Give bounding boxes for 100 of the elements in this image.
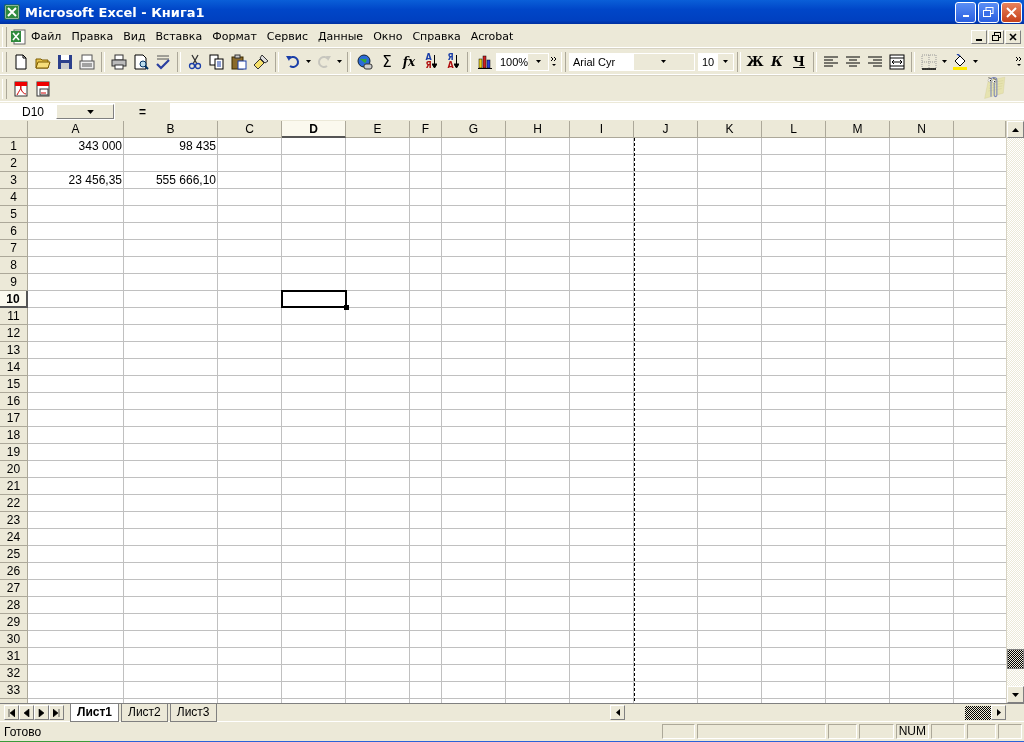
row-header[interactable]: 16 <box>0 393 28 410</box>
column-header[interactable]: A <box>28 121 124 138</box>
column-header[interactable]: N <box>890 121 954 138</box>
globe-icon <box>357 53 373 70</box>
row-header[interactable]: 4 <box>0 189 28 206</box>
vertical-scrollbar[interactable] <box>1006 121 1024 703</box>
sort-descending-button[interactable]: Я А <box>442 50 464 73</box>
row-header[interactable]: 31 <box>0 648 28 665</box>
restore-button[interactable] <box>978 1 999 23</box>
sheet-tab[interactable]: Лист3 <box>169 703 217 722</box>
minimize-button[interactable] <box>971 29 987 44</box>
row-header[interactable]: 6 <box>0 223 28 240</box>
menu-item[interactable]: Формат <box>207 28 262 45</box>
formula-label: = <box>138 104 147 119</box>
column-header[interactable]: I <box>570 121 634 138</box>
row-header[interactable]: 15 <box>0 376 28 393</box>
font-combo[interactable]: Arial Cyr <box>569 52 695 71</box>
menu-item[interactable]: Справка <box>407 28 466 45</box>
column-header[interactable]: J <box>634 121 698 138</box>
row-header[interactable]: 33 <box>0 682 28 699</box>
row-header[interactable]: 7 <box>0 240 28 257</box>
menu-item[interactable]: Вставка <box>150 28 208 45</box>
row-header[interactable]: 2 <box>0 155 28 172</box>
column-header[interactable]: H <box>506 121 570 138</box>
paperclip-assistant-drawing <box>982 75 1008 99</box>
row-header[interactable]: 27 <box>0 580 28 597</box>
sheet-tab[interactable]: Лист1 <box>70 703 120 722</box>
autosum-button[interactable]: Σ <box>376 50 398 73</box>
row-header[interactable]: 24 <box>0 529 28 546</box>
row-header[interactable]: 29 <box>0 614 28 631</box>
column-header[interactable]: D <box>282 121 346 138</box>
row-header[interactable]: 26 <box>0 563 28 580</box>
sort-ascending-button[interactable]: А Я <box>420 50 442 73</box>
underline-button[interactable]: Ч <box>788 50 810 73</box>
column-header[interactable]: L <box>762 121 826 138</box>
row-header[interactable]: 9 <box>0 274 28 291</box>
first-sheet-button[interactable] <box>4 705 19 720</box>
column-header[interactable]: F <box>410 121 442 138</box>
font-size-combo[interactable]: 10 <box>698 52 734 71</box>
bold-button[interactable]: Ж <box>744 50 766 73</box>
row-header[interactable]: 11 <box>0 308 28 325</box>
scroll-thumb[interactable] <box>965 705 991 720</box>
menu-item[interactable]: Правка <box>66 28 119 45</box>
save-icon <box>57 53 73 70</box>
restore-button[interactable] <box>988 29 1004 44</box>
row-header[interactable]: 8 <box>0 257 28 274</box>
italic-button[interactable]: К <box>766 50 788 73</box>
row-header[interactable]: 12 <box>0 325 28 342</box>
previous-sheet-button[interactable] <box>19 705 34 720</box>
last-sheet-button[interactable] <box>49 705 64 720</box>
menu-item[interactable]: Вид <box>118 28 151 45</box>
row-header[interactable]: 19 <box>0 444 28 461</box>
row-header[interactable]: 18 <box>0 427 28 444</box>
insert-function-button[interactable]: fx <box>398 50 420 73</box>
row-header[interactable]: 20 <box>0 461 28 478</box>
align-center-icon <box>845 53 861 70</box>
close-icon <box>1009 32 1017 41</box>
scroll-thumb[interactable] <box>1007 649 1024 669</box>
row-header[interactable]: 10 <box>0 291 28 308</box>
row-header[interactable]: 17 <box>0 410 28 427</box>
redo-icon <box>316 53 332 70</box>
row-header[interactable]: 14 <box>0 359 28 376</box>
zoom-combo[interactable]: 100% <box>496 52 549 71</box>
row-header[interactable]: 1 <box>0 138 28 155</box>
row-header[interactable]: 22 <box>0 495 28 512</box>
caret-icon <box>973 60 978 63</box>
row-header[interactable]: 3 <box>0 172 28 189</box>
row-header[interactable]: 23 <box>0 512 28 529</box>
restore-icon <box>991 32 1001 41</box>
excel-logo-icon <box>4 4 20 20</box>
column-header[interactable]: G <box>442 121 506 138</box>
close-button[interactable] <box>1001 1 1022 23</box>
next-sheet-button[interactable] <box>34 705 49 720</box>
undo-icon <box>285 53 301 70</box>
name-box[interactable]: D10 <box>0 103 115 120</box>
menu-item[interactable]: Acrobat <box>465 28 519 45</box>
column-header[interactable]: K <box>698 121 762 138</box>
column-header[interactable]: M <box>826 121 890 138</box>
row-header[interactable]: 21 <box>0 478 28 495</box>
row-header[interactable]: 32 <box>0 665 28 682</box>
close-button[interactable] <box>1005 29 1021 44</box>
row-header[interactable]: 28 <box>0 597 28 614</box>
column-header[interactable]: C <box>218 121 282 138</box>
row-header[interactable]: 25 <box>0 546 28 563</box>
menu-item[interactable]: Файл <box>26 28 67 45</box>
column-header[interactable]: B <box>124 121 218 138</box>
menu-item[interactable]: Сервис <box>261 28 313 45</box>
sheet-tab[interactable]: Лист2 <box>121 703 168 722</box>
horizontal-scrollbar[interactable] <box>610 704 1006 721</box>
minimize-button[interactable] <box>955 1 976 23</box>
active-cell[interactable] <box>281 290 347 308</box>
column-header[interactable]: E <box>346 121 410 138</box>
menu-item[interactable]: Окно <box>368 28 408 45</box>
row-header[interactable]: 13 <box>0 342 28 359</box>
bar-chart-icon <box>477 53 493 70</box>
row-header[interactable]: 5 <box>0 206 28 223</box>
pdf-icon <box>13 80 29 97</box>
row-header[interactable]: 30 <box>0 631 28 648</box>
menu-item[interactable]: Данные <box>312 28 369 45</box>
formula-input[interactable] <box>170 103 1024 120</box>
